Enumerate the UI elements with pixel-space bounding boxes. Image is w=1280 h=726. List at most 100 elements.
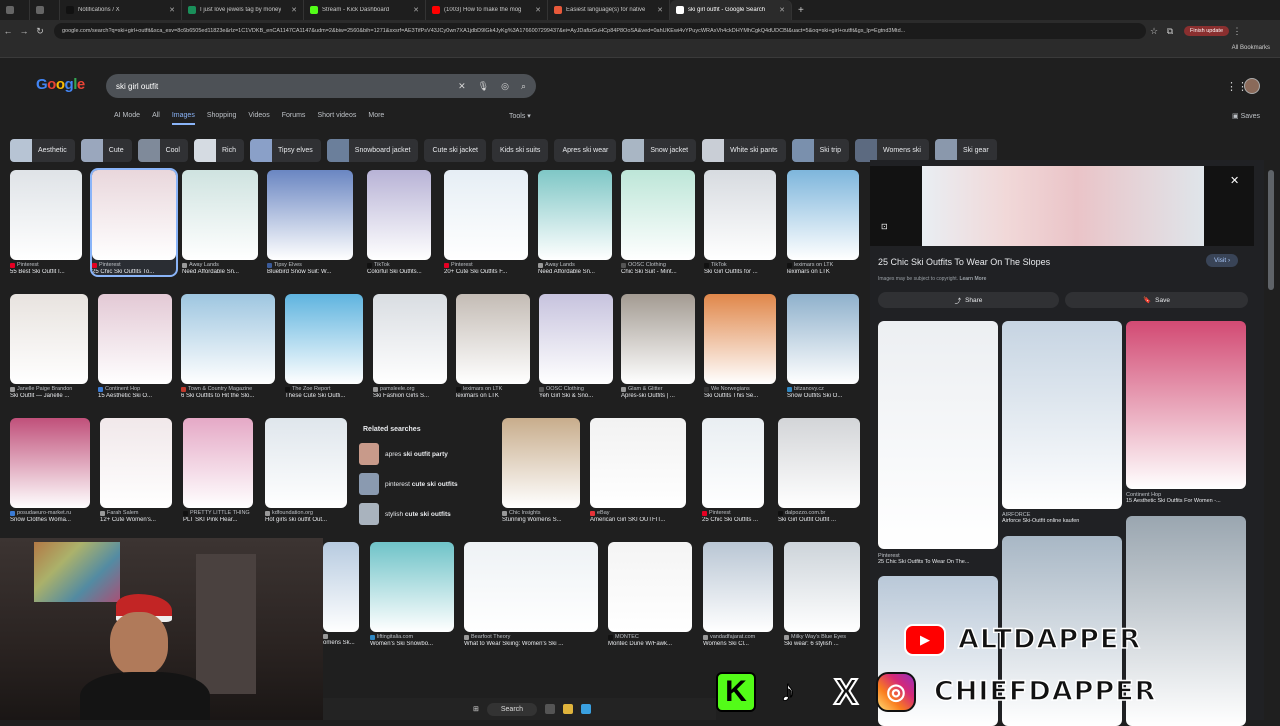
result-caption[interactable]: Women's Ski Snowbo...: [370, 641, 454, 647]
refinement-chip[interactable]: Rich: [194, 139, 245, 162]
browser-tab[interactable]: ski girl outfit - Google Search ✕: [670, 0, 792, 20]
result-caption[interactable]: 25 Chic Ski Outfits ...: [702, 517, 764, 523]
result-thumbnail[interactable]: [538, 170, 612, 260]
tab-forums[interactable]: Forums: [282, 112, 306, 125]
browser-tab[interactable]: Easiest language(s) for native ✕: [548, 0, 670, 20]
related-search-item[interactable]: pinterest cute ski outfits: [355, 469, 493, 499]
result-thumbnail[interactable]: [621, 170, 695, 260]
tab-close-icon[interactable]: ✕: [535, 6, 541, 14]
all-bookmarks-button[interactable]: All Bookmarks: [1232, 45, 1270, 51]
result-thumbnail[interactable]: [373, 294, 447, 384]
search-box[interactable]: ski girl outfit ✕ 🎙 ◎ ⌕: [106, 74, 536, 98]
tools-button[interactable]: Tools ▾: [509, 112, 531, 120]
result-caption[interactable]: Snow Outfits Ski O...: [787, 393, 859, 399]
preview-related-image[interactable]: [1126, 321, 1246, 489]
tab-close-icon[interactable]: ✕: [779, 6, 785, 14]
result-caption[interactable]: Ski Girl Outfit Outfit ...: [778, 517, 860, 523]
image-result[interactable]: Away Lands Need Affordable Sn...: [538, 170, 612, 275]
mic-icon[interactable]: 🎙: [478, 81, 489, 92]
image-result[interactable]: OOSC Clothing Yeh Girl Ski & Sno...: [539, 294, 613, 399]
image-result[interactable]: Bearfoot Theory What to Wear Skiing: Wome…: [464, 542, 598, 647]
result-thumbnail[interactable]: [608, 542, 692, 632]
result-thumbnail[interactable]: [98, 294, 172, 384]
image-result[interactable]: Chic Insights Stunning Womens S...: [502, 418, 580, 523]
result-caption[interactable]: 55 Best Ski Outfit I...: [10, 269, 82, 275]
tab-all[interactable]: All: [152, 112, 160, 125]
result-caption[interactable]: Ski Outfits This Se...: [704, 393, 776, 399]
image-result[interactable]: leximars on LTK leximars on LTK: [787, 170, 859, 275]
preview-related-caption[interactable]: Continent Hop 15 Aesthetic Ski Outfits Fo…: [1126, 492, 1221, 504]
extensions-icon[interactable]: ⧉: [1162, 26, 1178, 37]
tab-close-icon[interactable]: ✕: [657, 6, 663, 14]
taskbar-search[interactable]: Search: [486, 702, 538, 716]
new-tab-icon[interactable]: +: [798, 5, 804, 16]
result-thumbnail[interactable]: [100, 418, 172, 508]
image-result[interactable]: liftingitalia.com Women's Ski Snowbo...: [370, 542, 454, 647]
result-thumbnail[interactable]: [370, 542, 454, 632]
refinement-chip[interactable]: Cool: [137, 139, 188, 162]
related-search-item[interactable]: apres ski outfit party: [355, 439, 493, 469]
image-result[interactable]: omens Sk...: [323, 542, 359, 646]
address-bar[interactable]: google.com/search?q=ski+girl+outfit&sca_…: [54, 23, 1146, 39]
learn-more-link[interactable]: Learn More: [959, 276, 986, 282]
result-thumbnail[interactable]: [621, 294, 695, 384]
browser-tab[interactable]: I just love jewels tag by money ✕: [182, 0, 304, 20]
browser-tab[interactable]: Notifications / X ✕: [60, 0, 182, 20]
image-result[interactable]: eBay American Girl SKI OUTFIT...: [590, 418, 686, 523]
image-result[interactable]: OOSC Clothing Chic Ski Suit - Mint...: [621, 170, 695, 275]
result-caption[interactable]: 25 Chic Ski Outfits To...: [92, 269, 176, 275]
result-thumbnail[interactable]: [181, 294, 275, 384]
related-search-item[interactable]: stylish cute ski outfits: [355, 499, 493, 529]
result-caption[interactable]: leximars on LTK: [456, 393, 530, 399]
refinement-chip[interactable]: Snowboard jacket: [326, 139, 419, 162]
result-thumbnail[interactable]: [10, 170, 82, 260]
browser-tab[interactable]: [0, 0, 30, 20]
file-explorer-icon[interactable]: [563, 704, 574, 714]
refinement-chip[interactable]: White ski pants: [702, 139, 786, 162]
result-caption[interactable]: Yeh Girl Ski & Sno...: [539, 393, 613, 399]
result-thumbnail[interactable]: [502, 418, 580, 508]
image-result[interactable]: Pinterest 55 Best Ski Outfit I...: [10, 170, 82, 275]
tab-images[interactable]: Images: [171, 112, 195, 125]
lens-search-icon[interactable]: ◎: [501, 81, 509, 92]
result-caption[interactable]: Ski Fashion Girls S...: [373, 393, 447, 399]
browser-tab[interactable]: Stream - Kick Dashboard ✕: [304, 0, 426, 20]
image-result[interactable]: Milky Way's Blue Eyes Ski wear: 6 stylish…: [784, 542, 860, 647]
image-result[interactable]: TikTok Colorful Ski Outfits...: [367, 170, 431, 275]
tab-close-icon[interactable]: ✕: [291, 6, 297, 14]
result-caption[interactable]: 12+ Cute Women's...: [100, 517, 172, 523]
refinement-chip[interactable]: Cute: [80, 139, 132, 162]
result-thumbnail[interactable]: [323, 542, 359, 632]
result-thumbnail[interactable]: [590, 418, 686, 508]
image-result[interactable]: posudaeuro-market.ru Snow Clothes Woma...: [10, 418, 90, 523]
google-logo[interactable]: Google: [36, 76, 85, 93]
image-result[interactable]: We Norwegians Ski Outfits This Se...: [704, 294, 776, 399]
tab-more[interactable]: More: [368, 112, 384, 125]
image-result[interactable]: Town & Country Magazine 6 Ski Outfits to …: [181, 294, 275, 399]
image-result[interactable]: kdfoundation.org Hot girls ski outfit Out…: [265, 418, 347, 523]
result-caption[interactable]: omens Sk...: [323, 640, 359, 646]
image-result[interactable]: Pinterest 20+ Cute Ski Outfits F...: [444, 170, 528, 275]
bookmark-star-icon[interactable]: ☆: [1146, 26, 1162, 37]
preview-related-caption[interactable]: Pinterest 25 Chic Ski Outfits To Wear On …: [878, 553, 969, 565]
result-caption[interactable]: 6 Ski Outfits to Hit the Slo...: [181, 393, 275, 399]
image-result[interactable]: The Zoe Report These Cute Ski Outfi...: [285, 294, 363, 399]
preview-related-image[interactable]: [1002, 321, 1122, 509]
tab-close-icon[interactable]: ✕: [413, 6, 419, 14]
result-caption[interactable]: Ski Girl Outfits for ...: [704, 269, 776, 275]
result-caption[interactable]: PLT SKI Pink Hear...: [183, 517, 253, 523]
search-input[interactable]: ski girl outfit: [116, 82, 158, 91]
reload-icon[interactable]: ↻: [32, 26, 48, 37]
image-result[interactable]: bitzanovy.cz Snow Outfits Ski O...: [787, 294, 859, 399]
refinement-chip[interactable]: Ski trip: [791, 139, 849, 162]
result-caption[interactable]: These Cute Ski Outfi...: [285, 393, 363, 399]
image-result[interactable]: dalpozzo.com.br Ski Girl Outfit Outfit ..…: [778, 418, 860, 523]
finish-update-button[interactable]: Finish update: [1184, 26, 1230, 36]
result-thumbnail[interactable]: [787, 294, 859, 384]
result-thumbnail[interactable]: [10, 418, 90, 508]
image-result[interactable]: MONTEC Montec Dune W/Fawk...: [608, 542, 692, 647]
result-caption[interactable]: Ski Outfit — Janelle ...: [10, 393, 88, 399]
result-caption[interactable]: Need Affordable Sn...: [538, 269, 612, 275]
image-result[interactable]: PRETTY LITTLE THING PLT SKI Pink Hear...: [183, 418, 253, 523]
tab-shopping[interactable]: Shopping: [207, 112, 237, 125]
